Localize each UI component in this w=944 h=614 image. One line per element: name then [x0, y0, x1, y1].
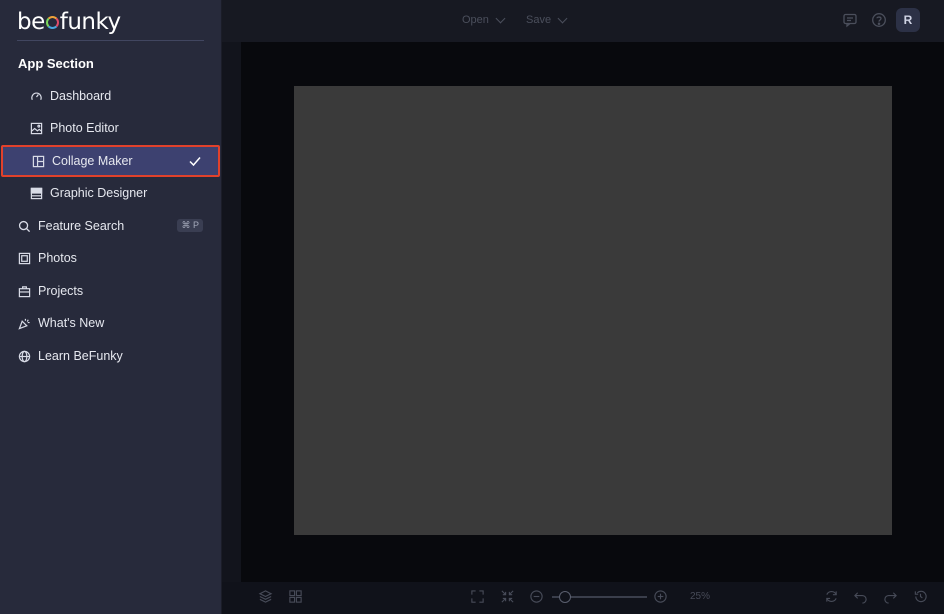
befunky-logo[interactable]: be funky: [17, 8, 121, 36]
menu-item-label: Photo Editor: [50, 121, 119, 135]
gauge-icon: [29, 89, 43, 103]
logo-text-end: funky: [59, 9, 121, 35]
chevron-down-icon: [495, 13, 506, 24]
menu-item-label: What's New: [38, 316, 105, 330]
image-icon: [29, 121, 43, 135]
menu-item-label: Photos: [38, 251, 77, 265]
reload-icon[interactable]: [824, 589, 839, 604]
logo-ring-icon: [45, 15, 59, 29]
menu-item-feature-search[interactable]: Feature Search ⌘ P: [0, 210, 221, 242]
menu-item-label: Feature Search: [38, 219, 125, 233]
layers-icon[interactable]: [258, 589, 273, 604]
menu-item-dashboard[interactable]: Dashboard: [0, 80, 221, 112]
menu-item-collage-maker[interactable]: Collage Maker: [1, 145, 220, 177]
help-icon[interactable]: [871, 12, 887, 28]
divider: [17, 40, 204, 41]
menu-item-label: Projects: [38, 284, 84, 298]
actual-size-icon[interactable]: [500, 589, 515, 604]
menu-item-label: Collage Maker: [52, 154, 133, 168]
undo-icon[interactable]: [853, 589, 868, 604]
grid-icon[interactable]: [288, 589, 303, 604]
shortcut-badge: ⌘ P: [177, 219, 203, 232]
history-icon[interactable]: [913, 589, 928, 604]
globe-icon: [17, 349, 31, 363]
app-drawer: be funky App Section Dashboard Photo Edit…: [0, 0, 222, 614]
chevron-down-icon: [557, 13, 568, 24]
party-icon: [17, 316, 31, 330]
logo-text-start: be: [17, 9, 45, 35]
zoom-in-icon[interactable]: [653, 589, 668, 604]
open-menu-label: Open: [462, 14, 489, 26]
chat-icon[interactable]: [842, 12, 858, 28]
photos-icon: [17, 251, 31, 265]
menu-item-label: Learn BeFunky: [38, 349, 123, 363]
fit-icon[interactable]: [470, 589, 485, 604]
zoom-level-label[interactable]: 25%: [690, 591, 710, 602]
tools-sidebar: [221, 42, 241, 582]
avatar[interactable]: R: [896, 8, 920, 32]
menu-item-photos[interactable]: Photos: [0, 242, 221, 274]
layout-icon: [29, 186, 43, 200]
menu-item-graphic-designer[interactable]: Graphic Designer: [0, 177, 221, 209]
search-icon: [17, 219, 31, 233]
collage-icon: [31, 154, 45, 168]
section-title: App Section: [18, 56, 94, 71]
redo-icon[interactable]: [883, 589, 898, 604]
menu-item-label: Graphic Designer: [50, 186, 148, 200]
briefcase-icon: [17, 284, 31, 298]
checkmark-icon: [188, 154, 202, 168]
menu-item-learn-befunky[interactable]: Learn BeFunky: [0, 340, 221, 372]
zoom-slider-handle[interactable]: [559, 591, 571, 603]
open-menu[interactable]: Open: [462, 13, 506, 26]
menu-item-photo-editor[interactable]: Photo Editor: [0, 112, 221, 144]
zoom-out-icon[interactable]: [529, 589, 544, 604]
menu-item-label: Dashboard: [50, 89, 112, 103]
save-menu[interactable]: Save: [526, 13, 568, 26]
collage-canvas[interactable]: [294, 86, 892, 535]
menu-item-projects[interactable]: Projects: [0, 275, 221, 307]
menu-item-whats-new[interactable]: What's New: [0, 307, 221, 339]
save-menu-label: Save: [526, 14, 552, 26]
